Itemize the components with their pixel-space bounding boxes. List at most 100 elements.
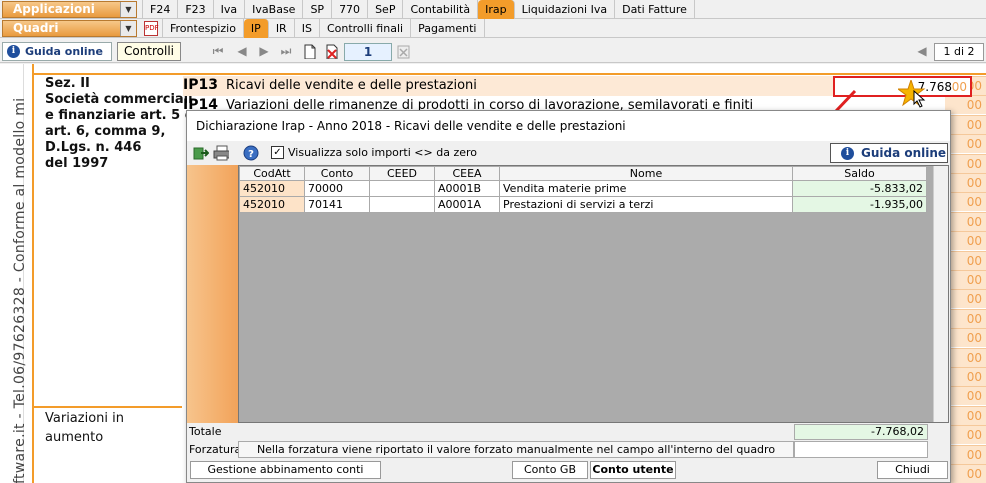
amount-cell[interactable]: 00 (945, 173, 986, 192)
tab-iva[interactable]: Iva (214, 0, 246, 19)
delete-page-icon[interactable] (324, 44, 340, 59)
toolbar: i Guida online Controlli ⏮ ◀ ▶ ⏭ 1 ◀ 1 d… (0, 41, 986, 63)
controlli-button[interactable]: Controlli (117, 42, 181, 61)
tab-irap[interactable]: Irap (478, 0, 515, 19)
filter-checkbox[interactable]: ✓ (271, 146, 284, 159)
tab-sep[interactable]: SeP (368, 0, 404, 19)
forzatura-row: Forzatura Nella forzatura viene riportat… (187, 441, 950, 458)
quadri-label: Quadri (13, 21, 59, 35)
table-row[interactable]: 452010 70141 A0001A Prestazioni di servizi … (239, 196, 927, 213)
next-page-icon[interactable]: ▶ (256, 44, 272, 59)
amount-cell[interactable]: 00 (945, 289, 986, 309)
pdf-icon[interactable]: PDF (144, 21, 159, 36)
amount-cell[interactable]: 00 (945, 211, 986, 231)
amount-cell[interactable]: 00 (945, 95, 986, 115)
column-header-nome[interactable]: Nome (499, 166, 793, 181)
vertical-scrollbar[interactable] (933, 166, 948, 422)
help-icon[interactable]: ? (243, 145, 259, 161)
guida-online-button[interactable]: i Guida online (2, 42, 112, 61)
tab-sp[interactable]: SP (303, 0, 333, 19)
dialog-title: Dichiarazione Irap - Anno 2018 - Ricavi … (187, 111, 950, 141)
column-header-codatt[interactable]: CodAtt (239, 166, 305, 181)
amount-cell[interactable]: 00 (945, 444, 986, 464)
amount-cell[interactable]: 00 (945, 250, 986, 270)
module-bar: Applicazioni ▼ F24 F23 Iva IvaBase SP 770 SeP C… (0, 0, 986, 19)
forzatura-value-field[interactable] (794, 441, 928, 458)
quadro-tab-controlli-finali[interactable]: Controlli finali (320, 19, 412, 38)
column-header-conto[interactable]: Conto (304, 166, 370, 181)
tab-f23[interactable]: F23 (178, 0, 214, 19)
page-number-field[interactable]: 1 (344, 43, 392, 61)
amount-cell[interactable]: 00 (945, 367, 986, 386)
tab-f24[interactable]: F24 (142, 0, 179, 19)
section-title-line: del 1997 (45, 156, 109, 171)
conto-utente-button[interactable]: Conto utente (590, 461, 676, 479)
quadri-dropdown[interactable]: Quadri ▼ (2, 20, 137, 37)
applicazioni-label: Applicazioni (13, 2, 95, 16)
last-page-icon[interactable]: ⏭ (278, 44, 294, 59)
amount-cell[interactable]: 00 (945, 386, 986, 406)
variazioni-line: aumento (45, 430, 104, 445)
dialog-toolbar: ? ✓ Visualizza solo importi <> da zero i… (187, 141, 950, 165)
amount-cell[interactable]: 00 (945, 231, 986, 251)
column-header-saldo[interactable]: Saldo (792, 166, 927, 181)
info-icon: i (841, 147, 854, 160)
quadro-tab-ir[interactable]: IR (269, 19, 295, 38)
amount-cell[interactable]: 00 (945, 134, 986, 154)
cell-nome: Prestazioni di servizi a terzi (499, 196, 793, 213)
print-icon[interactable] (213, 145, 229, 161)
tab-ivabase[interactable]: IvaBase (245, 0, 304, 19)
info-icon: i (7, 45, 20, 58)
cell-codatt: 452010 (239, 180, 305, 197)
clear-page-icon[interactable] (396, 44, 412, 59)
quadro-tab-is[interactable]: IS (295, 19, 320, 38)
amount-cell[interactable]: 00 (945, 347, 986, 367)
table-row[interactable]: 452010 70000 A0001B Vendita materie prime -5… (239, 180, 927, 197)
cell-ceea: A0001A (434, 196, 500, 213)
gestione-abbinamento-button[interactable]: Gestione abbinamento conti (190, 461, 381, 479)
first-page-icon[interactable]: ⏮ (210, 44, 226, 59)
amount-cell[interactable]: 00 (945, 308, 986, 328)
section-title-line: Sez. II (45, 76, 90, 91)
dialog-guida-online-button[interactable]: i Guida online (830, 143, 948, 163)
new-page-icon[interactable] (302, 44, 318, 59)
chevron-down-icon[interactable]: ▼ (120, 21, 136, 36)
cell-conto: 70000 (304, 180, 370, 197)
vertical-strip: ftware.it - Tel.06/97626328 - Conforme a… (0, 64, 28, 483)
conti-grid[interactable]: CodAtt Conto CEED CEEA Nome Saldo 452010 70000… (238, 165, 949, 423)
tab-770[interactable]: 770 (332, 0, 369, 19)
amount-cell[interactable]: 00 (945, 153, 986, 173)
tab-dati-fatture[interactable]: Dati Fatture (615, 0, 695, 19)
conto-gb-button[interactable]: Conto GB (512, 461, 588, 479)
chevron-down-icon[interactable]: ▼ (120, 2, 136, 17)
forzatura-note: Nella forzatura viene riportato il valor… (238, 441, 794, 458)
amount-cell[interactable]: 00 (945, 270, 986, 289)
tab-liquidazioni-iva[interactable]: Liquidazioni Iva (515, 0, 616, 19)
prev-page-arrow-icon[interactable]: ◀ (914, 44, 930, 59)
mouse-cursor-icon (913, 90, 926, 108)
conti-table: CodAtt Conto CEED CEEA Nome Saldo 452010 70000… (239, 166, 927, 213)
table-header: CodAtt Conto CEED CEEA Nome Saldo (239, 166, 927, 181)
quadro-tab-frontespizio[interactable]: Frontespizio (162, 19, 244, 38)
quadro-tab-pagamenti[interactable]: Pagamenti (411, 19, 485, 38)
applicazioni-dropdown[interactable]: Applicazioni ▼ (2, 1, 137, 18)
amount-cell[interactable]: 00 (945, 114, 986, 134)
amount-cell[interactable]: 00 (945, 405, 986, 425)
cell-nome: Vendita materie prime (499, 180, 793, 197)
column-header-ceea[interactable]: CEEA (434, 166, 500, 181)
variazioni-line: Variazioni in (45, 411, 124, 426)
amount-column: 00 00 00 00 00 00 00 00 00 00 00 00 00 00 00 00 00 00 00 00… (945, 64, 986, 483)
chiudi-button[interactable]: Chiudi (877, 461, 948, 479)
export-icon[interactable] (193, 145, 209, 161)
amount-cell[interactable]: 00 (945, 425, 986, 445)
column-header-ceed[interactable]: CEED (369, 166, 435, 181)
totale-label: Totale (189, 425, 222, 438)
tab-contabilit-[interactable]: Contabilità (403, 0, 479, 19)
amount-cell[interactable]: 00 (945, 192, 986, 212)
amount-cell[interactable]: 00 (945, 328, 986, 348)
amount-cell[interactable]: 00 (945, 464, 986, 483)
prev-page-icon[interactable]: ◀ (234, 44, 250, 59)
ip13-row: IP13 Ricavi delle vendite e delle prestaz… (183, 77, 477, 93)
quadro-tab-ip[interactable]: IP (243, 19, 269, 38)
orange-divider (32, 73, 986, 75)
